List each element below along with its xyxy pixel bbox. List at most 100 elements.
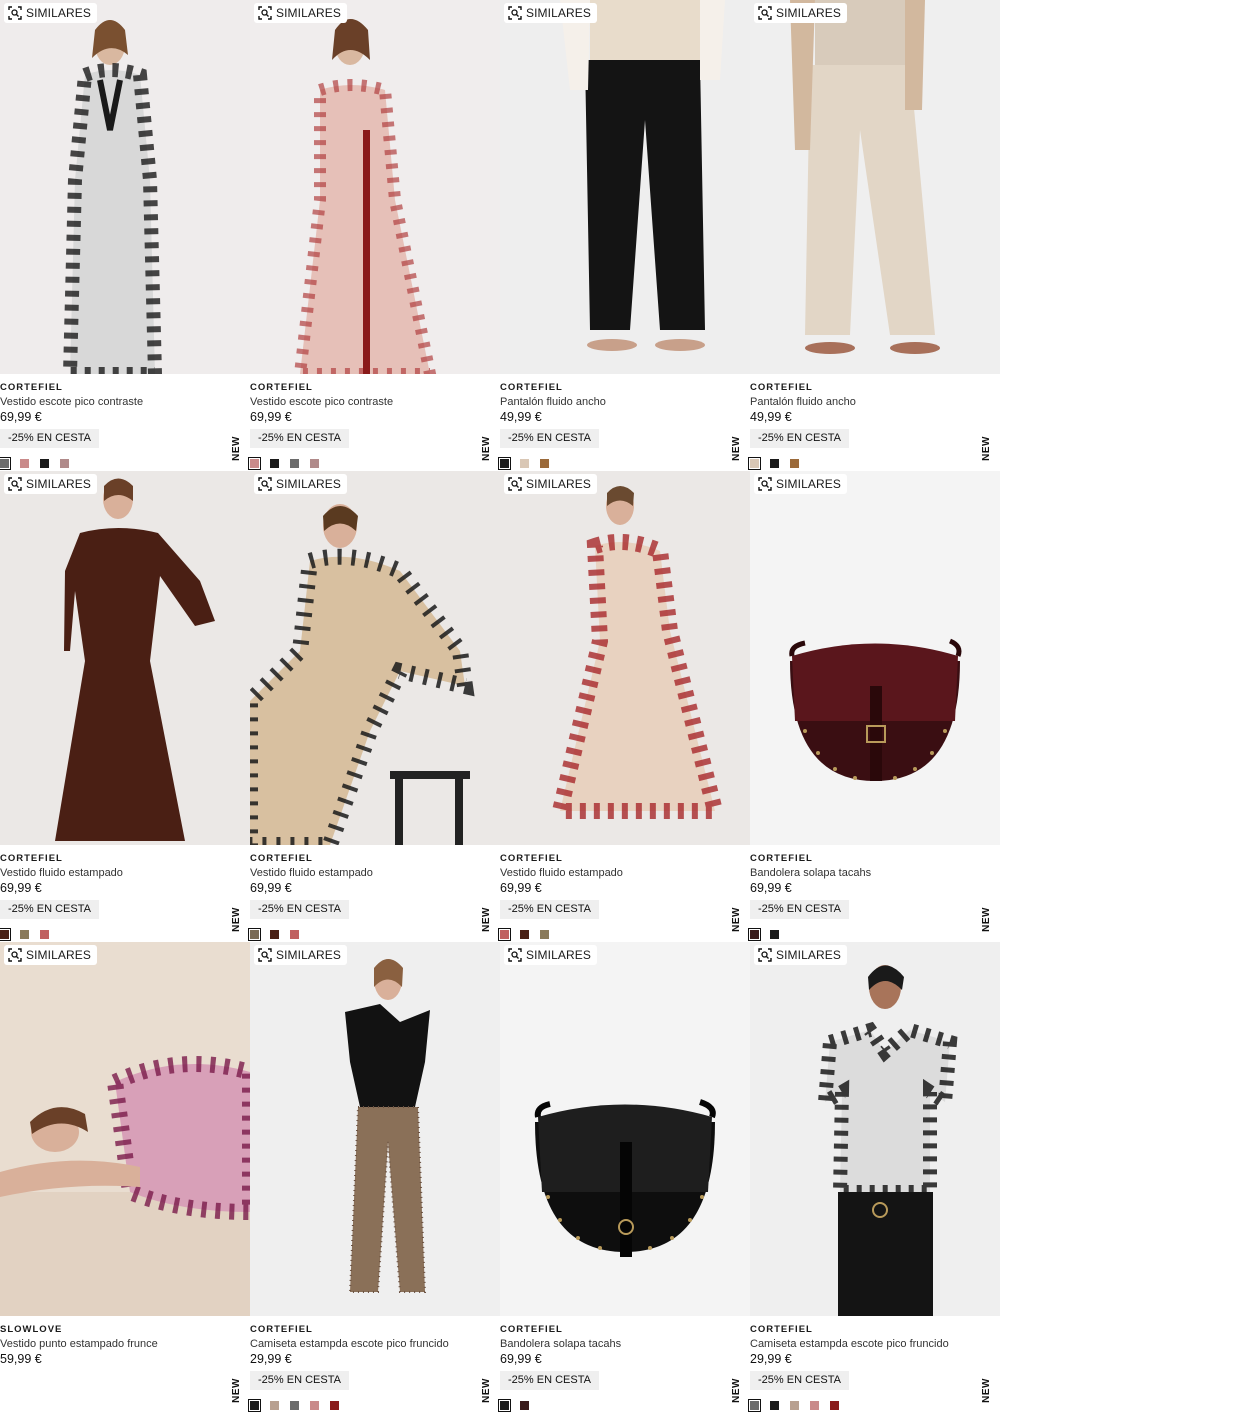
similar-button[interactable]: SIMILARES (254, 474, 347, 494)
product-image[interactable] (500, 942, 750, 1316)
color-swatch[interactable] (520, 459, 529, 468)
similar-button[interactable]: SIMILARES (504, 474, 597, 494)
promo-badge: -25% EN CESTA (750, 1371, 849, 1390)
product-card[interactable]: SIMILARES NEW CORTEFIEL Bandolera solapa… (748, 471, 1000, 942)
color-swatch[interactable] (248, 1399, 261, 1412)
color-swatch[interactable] (498, 1399, 511, 1412)
product-card[interactable]: SIMILARES NEW CORTEFIEL Vestido escote p… (0, 0, 250, 471)
color-swatch[interactable] (748, 1399, 761, 1412)
similar-button[interactable]: SIMILARES (754, 945, 847, 965)
product-image[interactable] (750, 942, 1000, 1316)
product-card[interactable]: SIMILARES NEW CORTEFIEL Vestido escote p… (248, 0, 500, 471)
visual-search-icon (508, 477, 522, 491)
product-name[interactable]: Camiseta estampda escote pico fruncido (250, 1337, 500, 1351)
product-card[interactable]: SIMILARES NEW SLOWLOVE Vestido punto est… (0, 942, 250, 1413)
product-name[interactable]: Vestido fluido estampado (500, 866, 750, 880)
color-swatch[interactable] (498, 457, 511, 470)
color-swatch[interactable] (810, 1401, 819, 1410)
color-swatches (748, 1399, 850, 1412)
product-image[interactable] (500, 471, 750, 845)
color-swatch[interactable] (290, 1401, 299, 1410)
color-swatch[interactable] (310, 1401, 319, 1410)
product-card[interactable]: SIMILARES NEW CORTEFIEL Pantalón fluido … (498, 0, 750, 471)
product-name[interactable]: Camiseta estampda escote pico fruncido (750, 1337, 1000, 1351)
color-swatch[interactable] (520, 930, 529, 939)
similar-button[interactable]: SIMILARES (254, 945, 347, 965)
similar-button[interactable]: SIMILARES (504, 3, 597, 23)
color-swatch[interactable] (498, 928, 511, 941)
color-swatch[interactable] (330, 1401, 339, 1410)
product-image[interactable] (0, 0, 250, 374)
color-swatch[interactable] (770, 459, 779, 468)
color-swatch[interactable] (830, 1401, 839, 1410)
product-name[interactable]: Vestido escote pico contraste (0, 395, 250, 409)
color-swatch[interactable] (290, 459, 299, 468)
color-swatches (248, 928, 310, 941)
product-name[interactable]: Vestido fluido estampado (250, 866, 500, 880)
product-card[interactable]: SIMILARES NEW CORTEFIEL Vestido fluido e… (0, 471, 250, 942)
product-name[interactable]: Vestido punto estampado frunce (0, 1337, 250, 1351)
product-image[interactable] (750, 0, 1000, 374)
product-image[interactable] (250, 471, 500, 845)
color-swatch[interactable] (540, 930, 549, 939)
product-name[interactable]: Vestido escote pico contraste (250, 395, 500, 409)
color-swatch[interactable] (20, 459, 29, 468)
product-image[interactable] (500, 0, 750, 374)
color-swatch[interactable] (248, 928, 261, 941)
product-brand: CORTEFIEL (500, 1324, 563, 1335)
similar-button[interactable]: SIMILARES (254, 3, 347, 23)
product-brand: CORTEFIEL (0, 382, 63, 393)
color-swatch[interactable] (790, 1401, 799, 1410)
color-swatch[interactable] (60, 459, 69, 468)
color-swatch[interactable] (270, 459, 279, 468)
similar-button[interactable]: SIMILARES (754, 474, 847, 494)
model-figure (500, 471, 750, 845)
similar-button[interactable]: SIMILARES (754, 3, 847, 23)
color-swatch[interactable] (40, 930, 49, 939)
similar-button[interactable]: SIMILARES (4, 945, 97, 965)
visual-search-icon (758, 477, 772, 491)
product-price: 59,99 € (0, 1352, 42, 1366)
similar-button[interactable]: SIMILARES (504, 945, 597, 965)
product-image[interactable] (250, 0, 500, 374)
similar-button[interactable]: SIMILARES (4, 3, 97, 23)
color-swatch[interactable] (540, 459, 549, 468)
color-swatch[interactable] (0, 457, 11, 470)
product-image[interactable] (0, 942, 250, 1316)
color-swatch[interactable] (270, 930, 279, 939)
color-swatch[interactable] (270, 1401, 279, 1410)
product-card[interactable]: SIMILARES NEW CORTEFIEL Pantalón fluido … (748, 0, 1000, 471)
similar-label: SIMILARES (526, 948, 591, 962)
product-card[interactable]: SIMILARES NEW CORTEFIEL Vestido fluido e… (248, 471, 500, 942)
new-badge: NEW (231, 1378, 242, 1403)
product-card[interactable]: SIMILARES NEW CORTEFIEL Vestido fluido e… (498, 471, 750, 942)
product-card[interactable]: SIMILARES NEW CORTEFIEL Bandolera solapa… (498, 942, 750, 1413)
color-swatch[interactable] (770, 1401, 779, 1410)
similar-button[interactable]: SIMILARES (4, 474, 97, 494)
product-price: 69,99 € (250, 881, 292, 895)
color-swatch[interactable] (770, 930, 779, 939)
color-swatch[interactable] (0, 928, 11, 941)
color-swatch[interactable] (248, 457, 261, 470)
product-image[interactable] (750, 471, 1000, 845)
color-swatch[interactable] (748, 928, 761, 941)
bag-figure (500, 942, 750, 1316)
product-name[interactable]: Bandolera solapa tacahs (500, 1337, 750, 1351)
color-swatch[interactable] (290, 930, 299, 939)
product-card[interactable]: SIMILARES NEW CORTEFIEL Camiseta estampd… (248, 942, 500, 1413)
product-name[interactable]: Pantalón fluido ancho (500, 395, 750, 409)
product-price: 69,99 € (0, 881, 42, 895)
product-name[interactable]: Pantalón fluido ancho (750, 395, 1000, 409)
color-swatch[interactable] (40, 459, 49, 468)
color-swatch[interactable] (310, 459, 319, 468)
product-image[interactable] (0, 471, 250, 845)
product-name[interactable]: Vestido fluido estampado (0, 866, 250, 880)
color-swatch[interactable] (748, 457, 761, 470)
color-swatch[interactable] (790, 459, 799, 468)
product-card[interactable]: SIMILARES NEW CORTEFIEL Camiseta estampd… (748, 942, 1000, 1413)
color-swatch[interactable] (20, 930, 29, 939)
product-image[interactable] (250, 942, 500, 1316)
product-name[interactable]: Bandolera solapa tacahs (750, 866, 1000, 880)
color-swatch[interactable] (520, 1401, 529, 1410)
similar-label: SIMILARES (776, 6, 841, 20)
